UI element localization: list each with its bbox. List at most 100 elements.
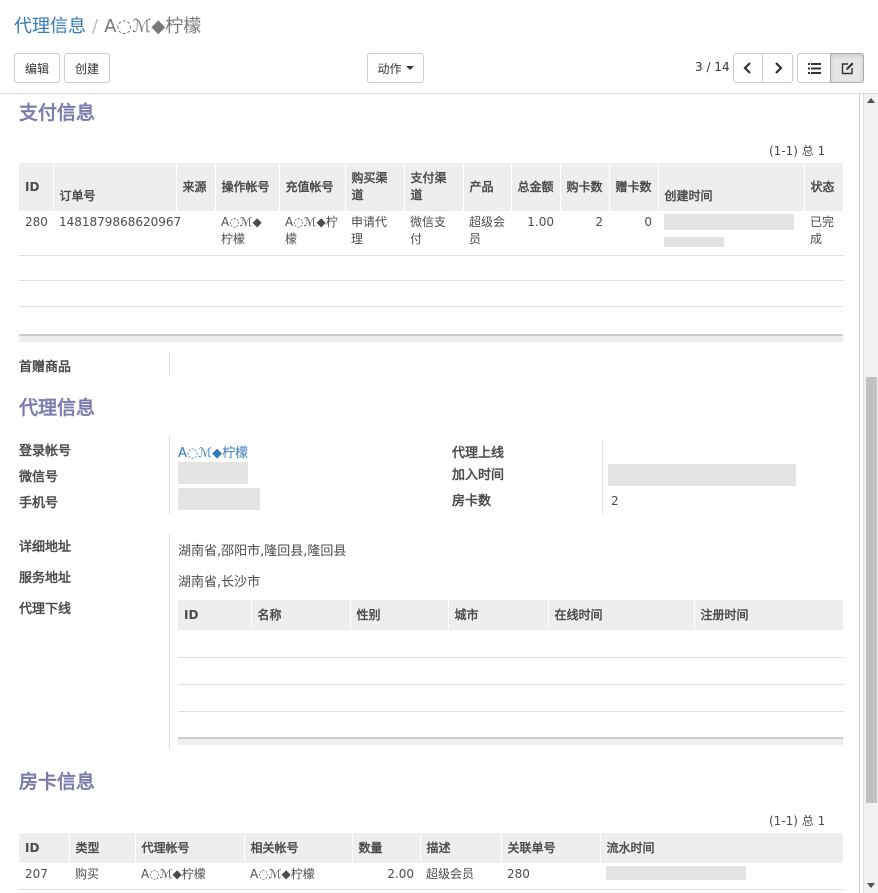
control-panel: 代理信息 / A◌ℳ◆柠檬 编辑 创建 动作 3 / 14 <box>0 0 878 94</box>
column-header[interactable]: 描述 <box>419 833 501 863</box>
breadcrumb-current: A◌ℳ◆柠檬 <box>104 16 202 37</box>
action-dropdown[interactable]: 动作 <box>367 53 424 83</box>
pager-value[interactable]: 3 / 14 <box>695 60 730 74</box>
action-label: 动作 <box>377 61 402 76</box>
column-header[interactable]: 类型 <box>68 833 135 863</box>
cell-recharge: A◌ℳ◆柠檬 <box>279 211 345 256</box>
column-header[interactable]: 注册时间 <box>693 600 843 630</box>
chevron-right-icon <box>774 62 783 74</box>
column-header[interactable]: 购买渠道 <box>344 163 404 211</box>
cell-amount: 1.00 <box>511 211 560 256</box>
downline-table-footer <box>178 737 843 745</box>
upline-label: 代理上线 <box>452 446 505 461</box>
column-header[interactable]: 城市 <box>447 600 548 630</box>
create-button[interactable]: 创建 <box>64 53 110 83</box>
cards-section-title: 房卡信息 <box>19 771 96 793</box>
column-header[interactable]: 总金额 <box>510 163 560 211</box>
cards-table-header: ID 类型 代理帐号 相关帐号 数量 描述 关联单号 流水时间 <box>19 833 843 863</box>
downline-label: 代理下线 <box>19 602 72 617</box>
cell-id: 207 <box>19 863 69 890</box>
scroll-up-arrow-icon[interactable] <box>867 98 875 103</box>
cell-agent: A◌ℳ◆柠檬 <box>135 863 244 890</box>
cell-ref-no: 280 <box>501 863 600 890</box>
cell-type: 购买 <box>69 863 135 890</box>
column-header[interactable]: 相关帐号 <box>243 833 352 863</box>
scroll-down-arrow-icon[interactable] <box>867 883 875 888</box>
column-header[interactable]: 赠卡数 <box>608 163 658 211</box>
scrollbar-thumb[interactable] <box>866 377 877 803</box>
column-header[interactable]: 性别 <box>349 600 448 630</box>
column-header[interactable]: 状态 <box>803 163 843 211</box>
cell-id: 280 <box>19 211 53 256</box>
empty-row-divider <box>178 657 843 658</box>
column-header[interactable]: 订单号 <box>52 163 176 211</box>
table-row[interactable]: 280 1481879868620967 A◌ℳ◆柠檬 A◌ℳ◆柠檬 申请代理 … <box>19 211 843 256</box>
pager-next-button[interactable] <box>762 53 793 83</box>
cell-related: A◌ℳ◆柠檬 <box>244 863 352 890</box>
column-header[interactable]: 名称 <box>250 600 350 630</box>
caret-down-icon <box>405 66 414 70</box>
cell-operator: A◌ℳ◆柠檬 <box>215 211 279 256</box>
breadcrumb-parent-link[interactable]: 代理信息 <box>14 16 86 37</box>
payment-table: ID 订单号 来源 操作帐号 充值帐号 购买渠道 支付渠道 产品 总金额 购卡数… <box>19 163 843 256</box>
column-header[interactable]: 数量 <box>351 833 420 863</box>
login-value-link[interactable]: A◌ℳ◆柠檬 <box>178 442 248 461</box>
empty-row-divider <box>19 306 843 307</box>
column-header[interactable]: 产品 <box>462 163 511 211</box>
payment-table-header: ID 订单号 来源 操作帐号 充值帐号 购买渠道 支付渠道 产品 总金额 购卡数… <box>19 163 843 211</box>
address-label: 详细地址 <box>19 540 72 555</box>
empty-row-divider <box>19 280 843 281</box>
gift-label: 首赠商品 <box>19 360 72 375</box>
edit-button[interactable]: 编辑 <box>14 53 60 83</box>
vertical-scrollbar[interactable] <box>863 94 878 893</box>
column-header[interactable]: ID <box>178 600 251 630</box>
service-address-label: 服务地址 <box>19 571 72 586</box>
empty-row-divider <box>178 711 843 712</box>
cell-order-no: 1481879868620967 <box>53 211 181 256</box>
empty-row-divider <box>178 684 843 685</box>
breadcrumb-separator: / <box>92 16 99 37</box>
column-header[interactable]: 关联单号 <box>500 833 600 863</box>
column-header[interactable]: 代理帐号 <box>134 833 244 863</box>
column-header[interactable]: 充值帐号 <box>278 163 345 211</box>
table-row[interactable]: 207 购买 A◌ℳ◆柠檬 A◌ℳ◆柠檬 2.00 超级会员 280 <box>19 863 843 890</box>
cell-qty: 2.00 <box>352 863 420 890</box>
list-view-button[interactable] <box>797 53 831 83</box>
cards-value: 2 <box>611 494 619 508</box>
join-time-label: 加入时间 <box>452 468 505 483</box>
list-view-icon <box>807 62 821 74</box>
column-header[interactable]: 流水时间 <box>599 833 843 863</box>
service-address-value: 湖南省,长沙市 <box>178 575 261 590</box>
chevron-left-icon <box>743 62 751 74</box>
cell-source <box>176 211 215 256</box>
cards-record-count: (1-1) 总 1 <box>769 814 826 828</box>
wechat-label: 微信号 <box>19 470 59 485</box>
join-time-redacted <box>608 464 796 486</box>
field-divider <box>169 352 170 375</box>
phone-value-redacted <box>178 488 260 510</box>
cell-desc: 超级会员 <box>420 863 501 890</box>
agent-section-title: 代理信息 <box>19 397 96 419</box>
payment-section-title: 支付信息 <box>19 102 96 124</box>
column-header[interactable]: 操作帐号 <box>214 163 279 211</box>
column-header[interactable]: 创建时间 <box>657 163 804 211</box>
form-edit-icon <box>841 62 853 74</box>
pager-previous-button[interactable] <box>733 53 763 83</box>
phone-label: 手机号 <box>19 496 59 511</box>
payment-table-footer <box>19 334 843 342</box>
column-header[interactable]: ID <box>19 833 69 863</box>
column-header[interactable]: 在线时间 <box>547 600 694 630</box>
column-header[interactable]: ID <box>19 163 53 211</box>
cards-label: 房卡数 <box>452 494 492 509</box>
cell-buy-channel: 申请代理 <box>345 211 404 256</box>
column-header[interactable]: 购卡数 <box>559 163 609 211</box>
form-sheet: 支付信息 (1-1) 总 1 ID 订单号 来源 操作帐号 充值帐号 购买渠道 … <box>0 94 862 893</box>
cell-status: 已完成 <box>804 211 843 256</box>
field-divider <box>169 534 170 749</box>
column-header[interactable]: 来源 <box>175 163 215 211</box>
field-divider <box>602 440 603 514</box>
column-header[interactable]: 支付渠道 <box>403 163 463 211</box>
form-view-button[interactable] <box>830 53 864 83</box>
login-label: 登录帐号 <box>19 444 72 459</box>
payment-record-count: (1-1) 总 1 <box>769 144 826 158</box>
